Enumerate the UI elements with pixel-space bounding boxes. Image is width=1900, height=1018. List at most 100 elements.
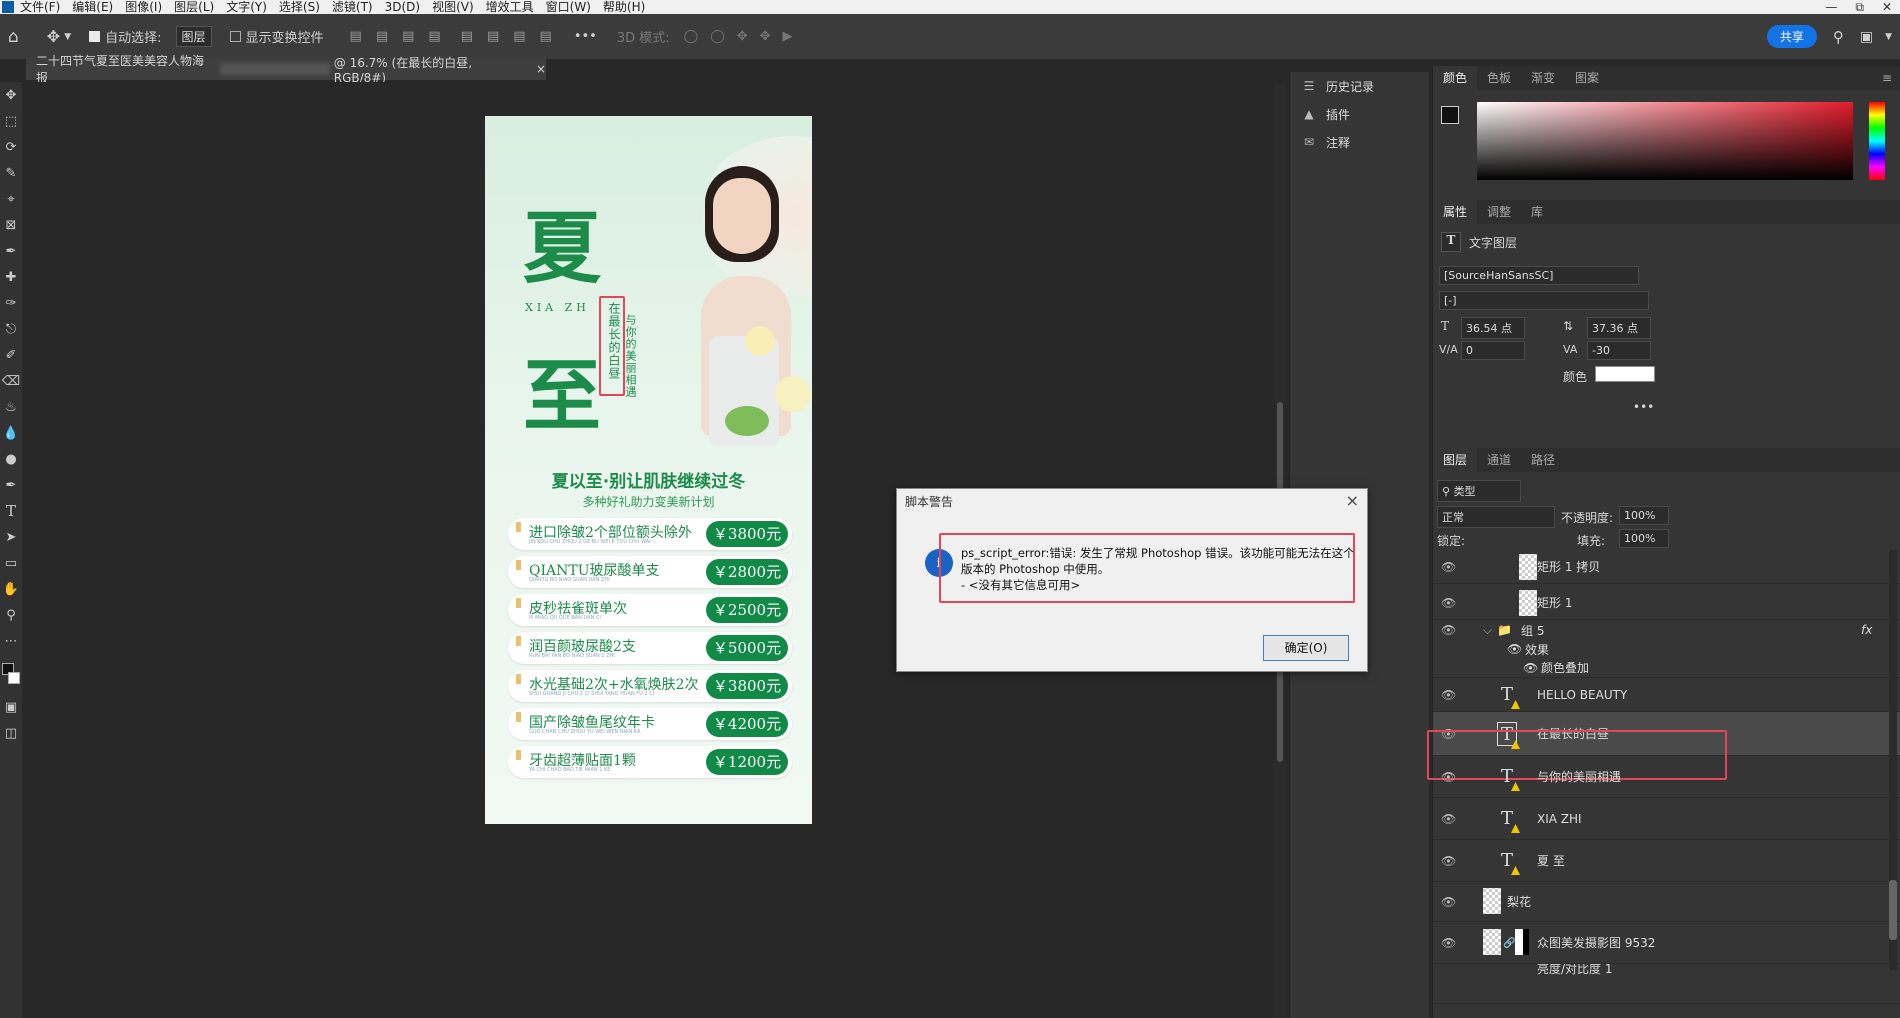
search-icon[interactable]: ⚲ bbox=[1833, 28, 1844, 46]
visibility-eye-icon[interactable]: 👁 bbox=[1441, 770, 1456, 784]
tab-channels[interactable]: 通道 bbox=[1477, 448, 1521, 472]
visibility-eye-icon[interactable]: 👁 bbox=[1441, 623, 1456, 637]
minimize-icon[interactable]: — bbox=[1825, 0, 1837, 14]
auto-select-dropdown[interactable]: 图层 bbox=[175, 26, 212, 47]
menu-file[interactable]: 文件(F) bbox=[14, 0, 66, 14]
frame-tool-icon[interactable]: ⊠ bbox=[0, 212, 22, 238]
visibility-eye-icon[interactable]: 👁 bbox=[1507, 642, 1522, 656]
menu-edit[interactable]: 编辑(E) bbox=[66, 0, 119, 14]
menu-3d[interactable]: 3D(D) bbox=[379, 0, 426, 14]
history-brush-tool-icon[interactable]: ✐ bbox=[0, 342, 22, 368]
chain-link-icon[interactable]: 🔗 bbox=[1503, 938, 1515, 949]
crop-tool-icon[interactable]: ⌖ bbox=[0, 186, 22, 212]
layer-group-row[interactable]: 👁 ⌵ 📁 组 5 fx bbox=[1433, 620, 1900, 640]
paint-bucket-tool-icon[interactable]: ♨ bbox=[0, 394, 22, 420]
layers-scrollbar[interactable] bbox=[1889, 550, 1897, 970]
visibility-eye-icon[interactable]: 👁 bbox=[1441, 812, 1456, 826]
brush-tool-icon[interactable]: ✑ bbox=[0, 290, 22, 316]
visibility-eye-icon[interactable]: 👁 bbox=[1441, 560, 1456, 574]
healing-tool-icon[interactable]: ✚ bbox=[0, 264, 22, 290]
pen-tool-icon[interactable]: ✒ bbox=[0, 472, 22, 498]
menu-layer[interactable]: 图层(L) bbox=[168, 0, 220, 14]
font-style-select[interactable]: [-] bbox=[1439, 291, 1649, 310]
document-tab[interactable]: 二十四节气夏至医美美容人物海报 @ 16.7% (在最长的白昼, RGB/8#)… bbox=[26, 54, 546, 85]
tab-libraries[interactable]: 库 bbox=[1521, 200, 1553, 224]
move-tool-icon[interactable]: ✥ bbox=[47, 27, 60, 46]
tab-properties[interactable]: 属性 bbox=[1433, 200, 1478, 224]
close-window-icon[interactable]: ✕ bbox=[1882, 0, 1892, 14]
chevron-down-icon[interactable]: ▼ bbox=[64, 32, 71, 42]
menu-select[interactable]: 选择(S) bbox=[273, 0, 326, 14]
layer-row[interactable]: 👁 矩形 1 拷贝 bbox=[1433, 550, 1900, 584]
kerning-field[interactable]: 0 bbox=[1461, 341, 1525, 360]
visibility-eye-icon[interactable]: 👁 bbox=[1441, 936, 1456, 950]
tab-gradients[interactable]: 渐变 bbox=[1521, 66, 1565, 90]
rectangle-tool-icon[interactable]: ▭ bbox=[0, 550, 22, 576]
dodge-tool-icon[interactable]: ● bbox=[0, 446, 22, 472]
font-size-field[interactable]: 36.54 点 bbox=[1461, 317, 1525, 339]
move-tool-icon[interactable]: ✥ bbox=[0, 82, 22, 108]
menu-window[interactable]: 窗口(W) bbox=[540, 0, 597, 14]
zoom-tool-icon[interactable]: ⚲ bbox=[0, 602, 22, 628]
tab-paths[interactable]: 路径 bbox=[1521, 448, 1565, 472]
lasso-tool-icon[interactable]: ⟳ bbox=[0, 134, 22, 160]
more-properties-button[interactable]: ••• bbox=[1633, 400, 1654, 414]
distribute-icons[interactable]: ▤▤▤▤ bbox=[461, 29, 566, 44]
workspace-icon[interactable]: ▣ bbox=[1860, 29, 1873, 45]
panel-menu-icon[interactable]: ≡ bbox=[1882, 71, 1892, 85]
layer-row[interactable]: 👁 T 夏 至 bbox=[1433, 840, 1900, 882]
fill-field[interactable]: 100% bbox=[1619, 529, 1669, 548]
align-icons[interactable]: ▤▤▤▤ bbox=[350, 29, 455, 44]
opacity-field[interactable]: 100% bbox=[1619, 506, 1669, 525]
eraser-tool-icon[interactable]: ⌫ bbox=[0, 368, 22, 394]
marquee-tool-icon[interactable]: ⬚ bbox=[0, 108, 22, 134]
hue-slider[interactable] bbox=[1869, 102, 1885, 180]
screen-mode-icon[interactable]: ◫ bbox=[0, 720, 22, 746]
effect-row[interactable]: 👁 效果 bbox=[1433, 640, 1900, 658]
menu-plugins[interactable]: 增效工具 bbox=[480, 0, 540, 14]
menu-image[interactable]: 图像(I) bbox=[119, 0, 168, 14]
eyedropper-tool-icon[interactable]: ✒ bbox=[0, 238, 22, 264]
poster-canvas[interactable]: 夏 XIA ZH 至 在最长的白昼 与你的美丽相遇 夏以至·别让肌肤继续过冬 多… bbox=[485, 116, 812, 824]
group-expand-icon[interactable]: ⌵ bbox=[1483, 623, 1492, 638]
layer-row[interactable]: 👁 T HELLO BEAUTY bbox=[1433, 678, 1900, 712]
layer-row[interactable]: 👁 矩形 1 bbox=[1433, 586, 1900, 620]
type-tool-icon[interactable]: T bbox=[0, 498, 22, 524]
menu-help[interactable]: 帮助(H) bbox=[597, 0, 651, 14]
stamp-tool-icon[interactable]: ⎋ bbox=[0, 316, 22, 342]
comments-panel-button[interactable]: ✉ 注释 bbox=[1290, 128, 1429, 156]
share-button[interactable]: 共享 bbox=[1766, 25, 1817, 48]
visibility-eye-icon[interactable]: 👁 bbox=[1441, 895, 1456, 909]
blur-tool-icon[interactable]: 💧 bbox=[0, 420, 22, 446]
layer-row[interactable]: 👁 T 与你的美丽相遇 bbox=[1433, 756, 1900, 798]
workspace-chevron-icon[interactable]: ▼ bbox=[1885, 32, 1892, 42]
color-field[interactable] bbox=[1477, 102, 1853, 180]
leading-field[interactable]: 37.36 点 bbox=[1587, 317, 1651, 339]
tracking-field[interactable]: -30 bbox=[1587, 341, 1651, 360]
plugins-panel-button[interactable]: ▲ 插件 bbox=[1290, 100, 1429, 128]
quick-mask-icon[interactable]: ▣ bbox=[0, 694, 22, 720]
history-panel-button[interactable]: ☰ 历史记录 bbox=[1290, 72, 1429, 100]
visibility-eye-icon[interactable]: 👁 bbox=[1441, 854, 1456, 868]
more-tools-icon[interactable]: ⋯ bbox=[0, 628, 22, 654]
auto-select-checkbox[interactable]: 自动选择: bbox=[89, 27, 162, 46]
layer-filter-select[interactable]: ⚲ 类型 bbox=[1437, 480, 1521, 502]
color-swap-icon[interactable] bbox=[0, 654, 22, 694]
restore-icon[interactable]: ⧉ bbox=[1855, 0, 1864, 14]
layer-row[interactable]: 👁 🔗 众图美发摄影图 9532 bbox=[1433, 922, 1900, 964]
more-options-button[interactable]: ••• bbox=[574, 29, 597, 44]
blend-mode-select[interactable]: 正常 bbox=[1437, 506, 1555, 528]
ok-button[interactable]: 确定(O) bbox=[1263, 635, 1349, 661]
visibility-eye-icon[interactable]: 👁 bbox=[1441, 596, 1456, 610]
menu-filter[interactable]: 滤镜(T) bbox=[326, 0, 379, 14]
tab-patterns[interactable]: 图案 bbox=[1565, 66, 1609, 90]
layers-scrollbar-thumb[interactable] bbox=[1889, 880, 1897, 940]
quick-select-tool-icon[interactable]: ✎ bbox=[0, 160, 22, 186]
close-tab-icon[interactable]: × bbox=[536, 62, 546, 76]
fx-badge[interactable]: fx bbox=[1861, 623, 1872, 637]
menu-type[interactable]: 文字(Y) bbox=[220, 0, 273, 14]
text-color-swatch[interactable] bbox=[1595, 366, 1655, 382]
effect-row[interactable]: 👁 颜色叠加 bbox=[1433, 658, 1900, 678]
dialog-close-icon[interactable]: × bbox=[1346, 491, 1359, 510]
layer-row[interactable]: 👁 梨花 bbox=[1433, 882, 1900, 922]
